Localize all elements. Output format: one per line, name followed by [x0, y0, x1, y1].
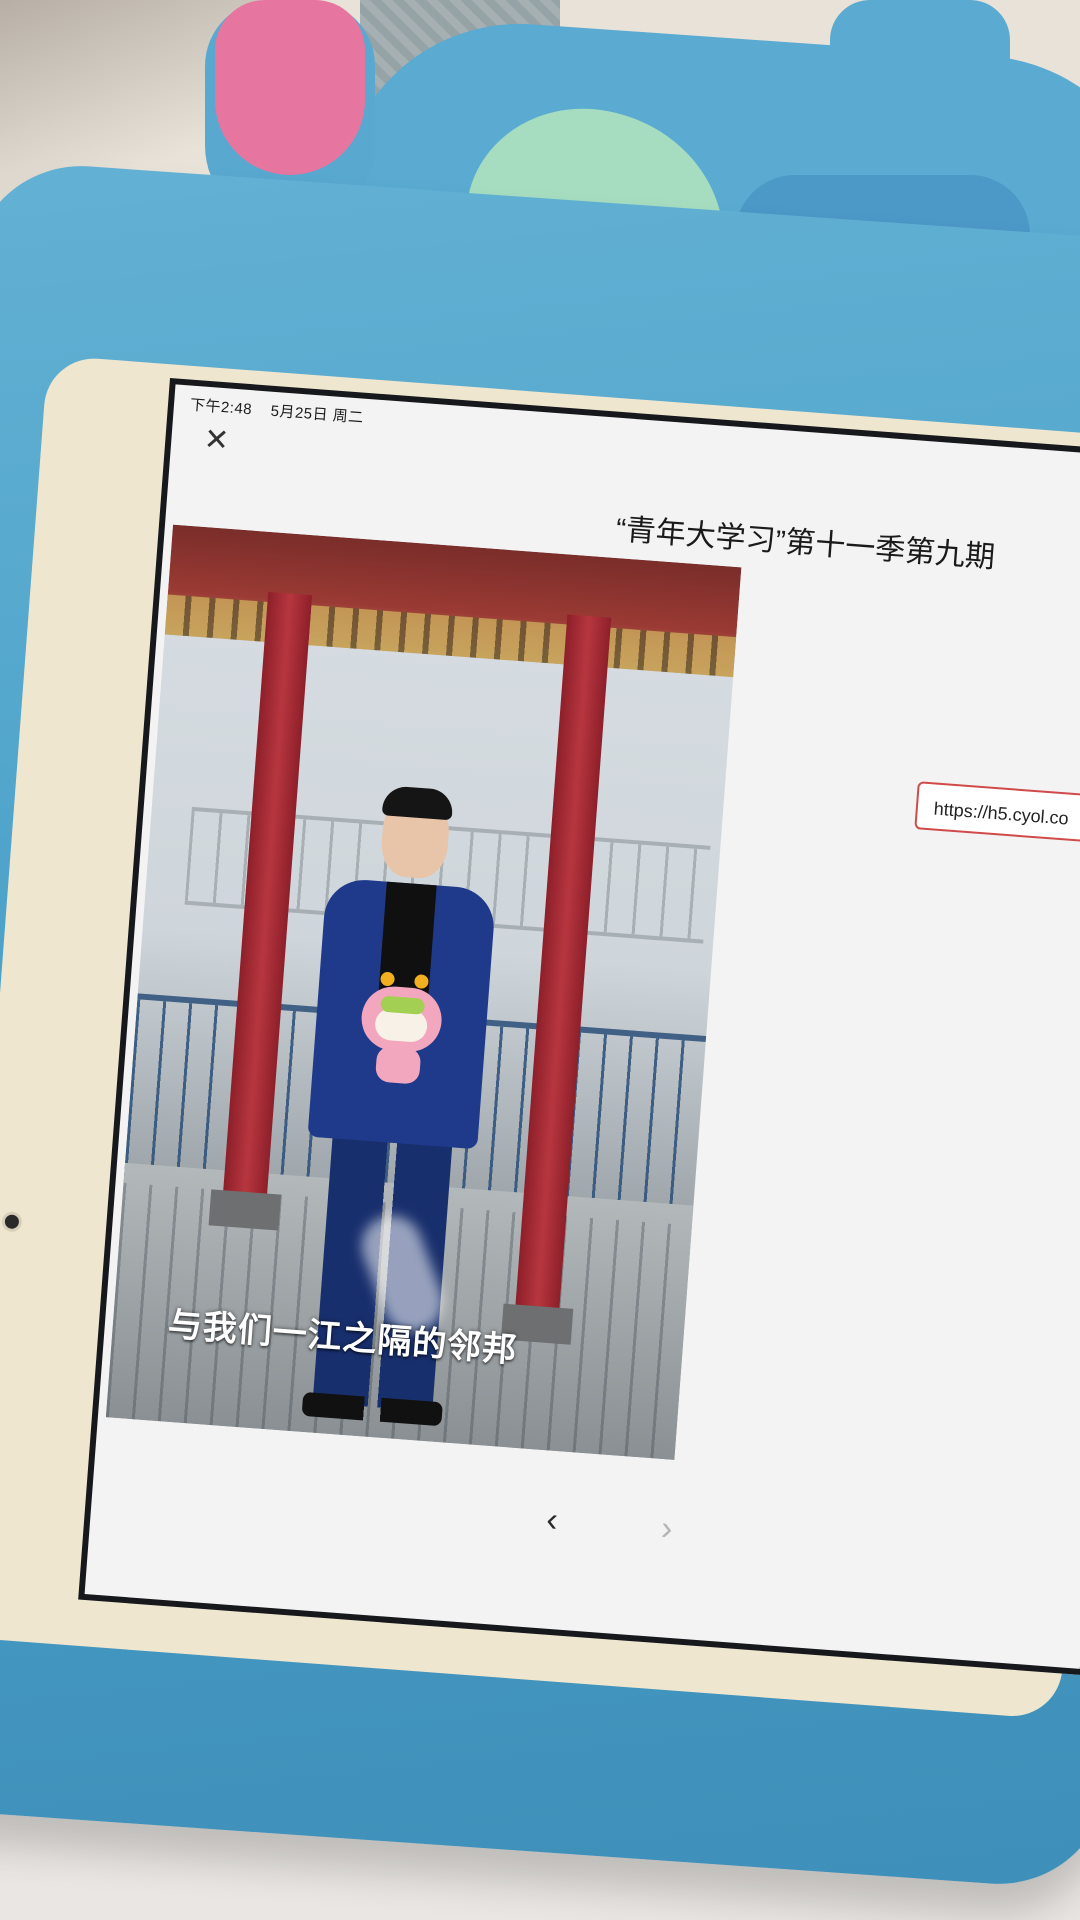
case-ear-inner	[215, 0, 365, 175]
close-icon[interactable]: ✕	[200, 423, 232, 458]
pillar-base-left	[208, 1189, 282, 1231]
case-tuft	[830, 0, 1010, 70]
video-player[interactable]: 与我们一江之隔的邻邦	[105, 524, 742, 1460]
status-date: 5月25日 周二	[270, 402, 365, 427]
mascot-antenna-left	[380, 971, 396, 987]
photo-scene: 下午2:48 5月25日 周二 ✕ “青年大学习”第十一季第九期 与我们一江之隔…	[0, 0, 1080, 1920]
status-time: 下午2:48	[189, 396, 253, 419]
tablet-screen: 下午2:48 5月25日 周二 ✕ “青年大学习”第十一季第九期 与我们一江之隔…	[78, 378, 1080, 1676]
chevron-right-icon[interactable]: ›	[660, 1509, 674, 1549]
mascot-plush	[357, 970, 445, 1086]
chevron-left-icon[interactable]: ‹	[545, 1500, 559, 1540]
camera-icon	[4, 1214, 20, 1230]
presenter-hair	[381, 785, 454, 821]
mascot-body	[374, 1045, 422, 1085]
url-link[interactable]: https://h5.cyol.co	[914, 781, 1080, 852]
mascot-antenna-right	[413, 974, 429, 990]
mascot-leaf	[380, 995, 426, 1015]
